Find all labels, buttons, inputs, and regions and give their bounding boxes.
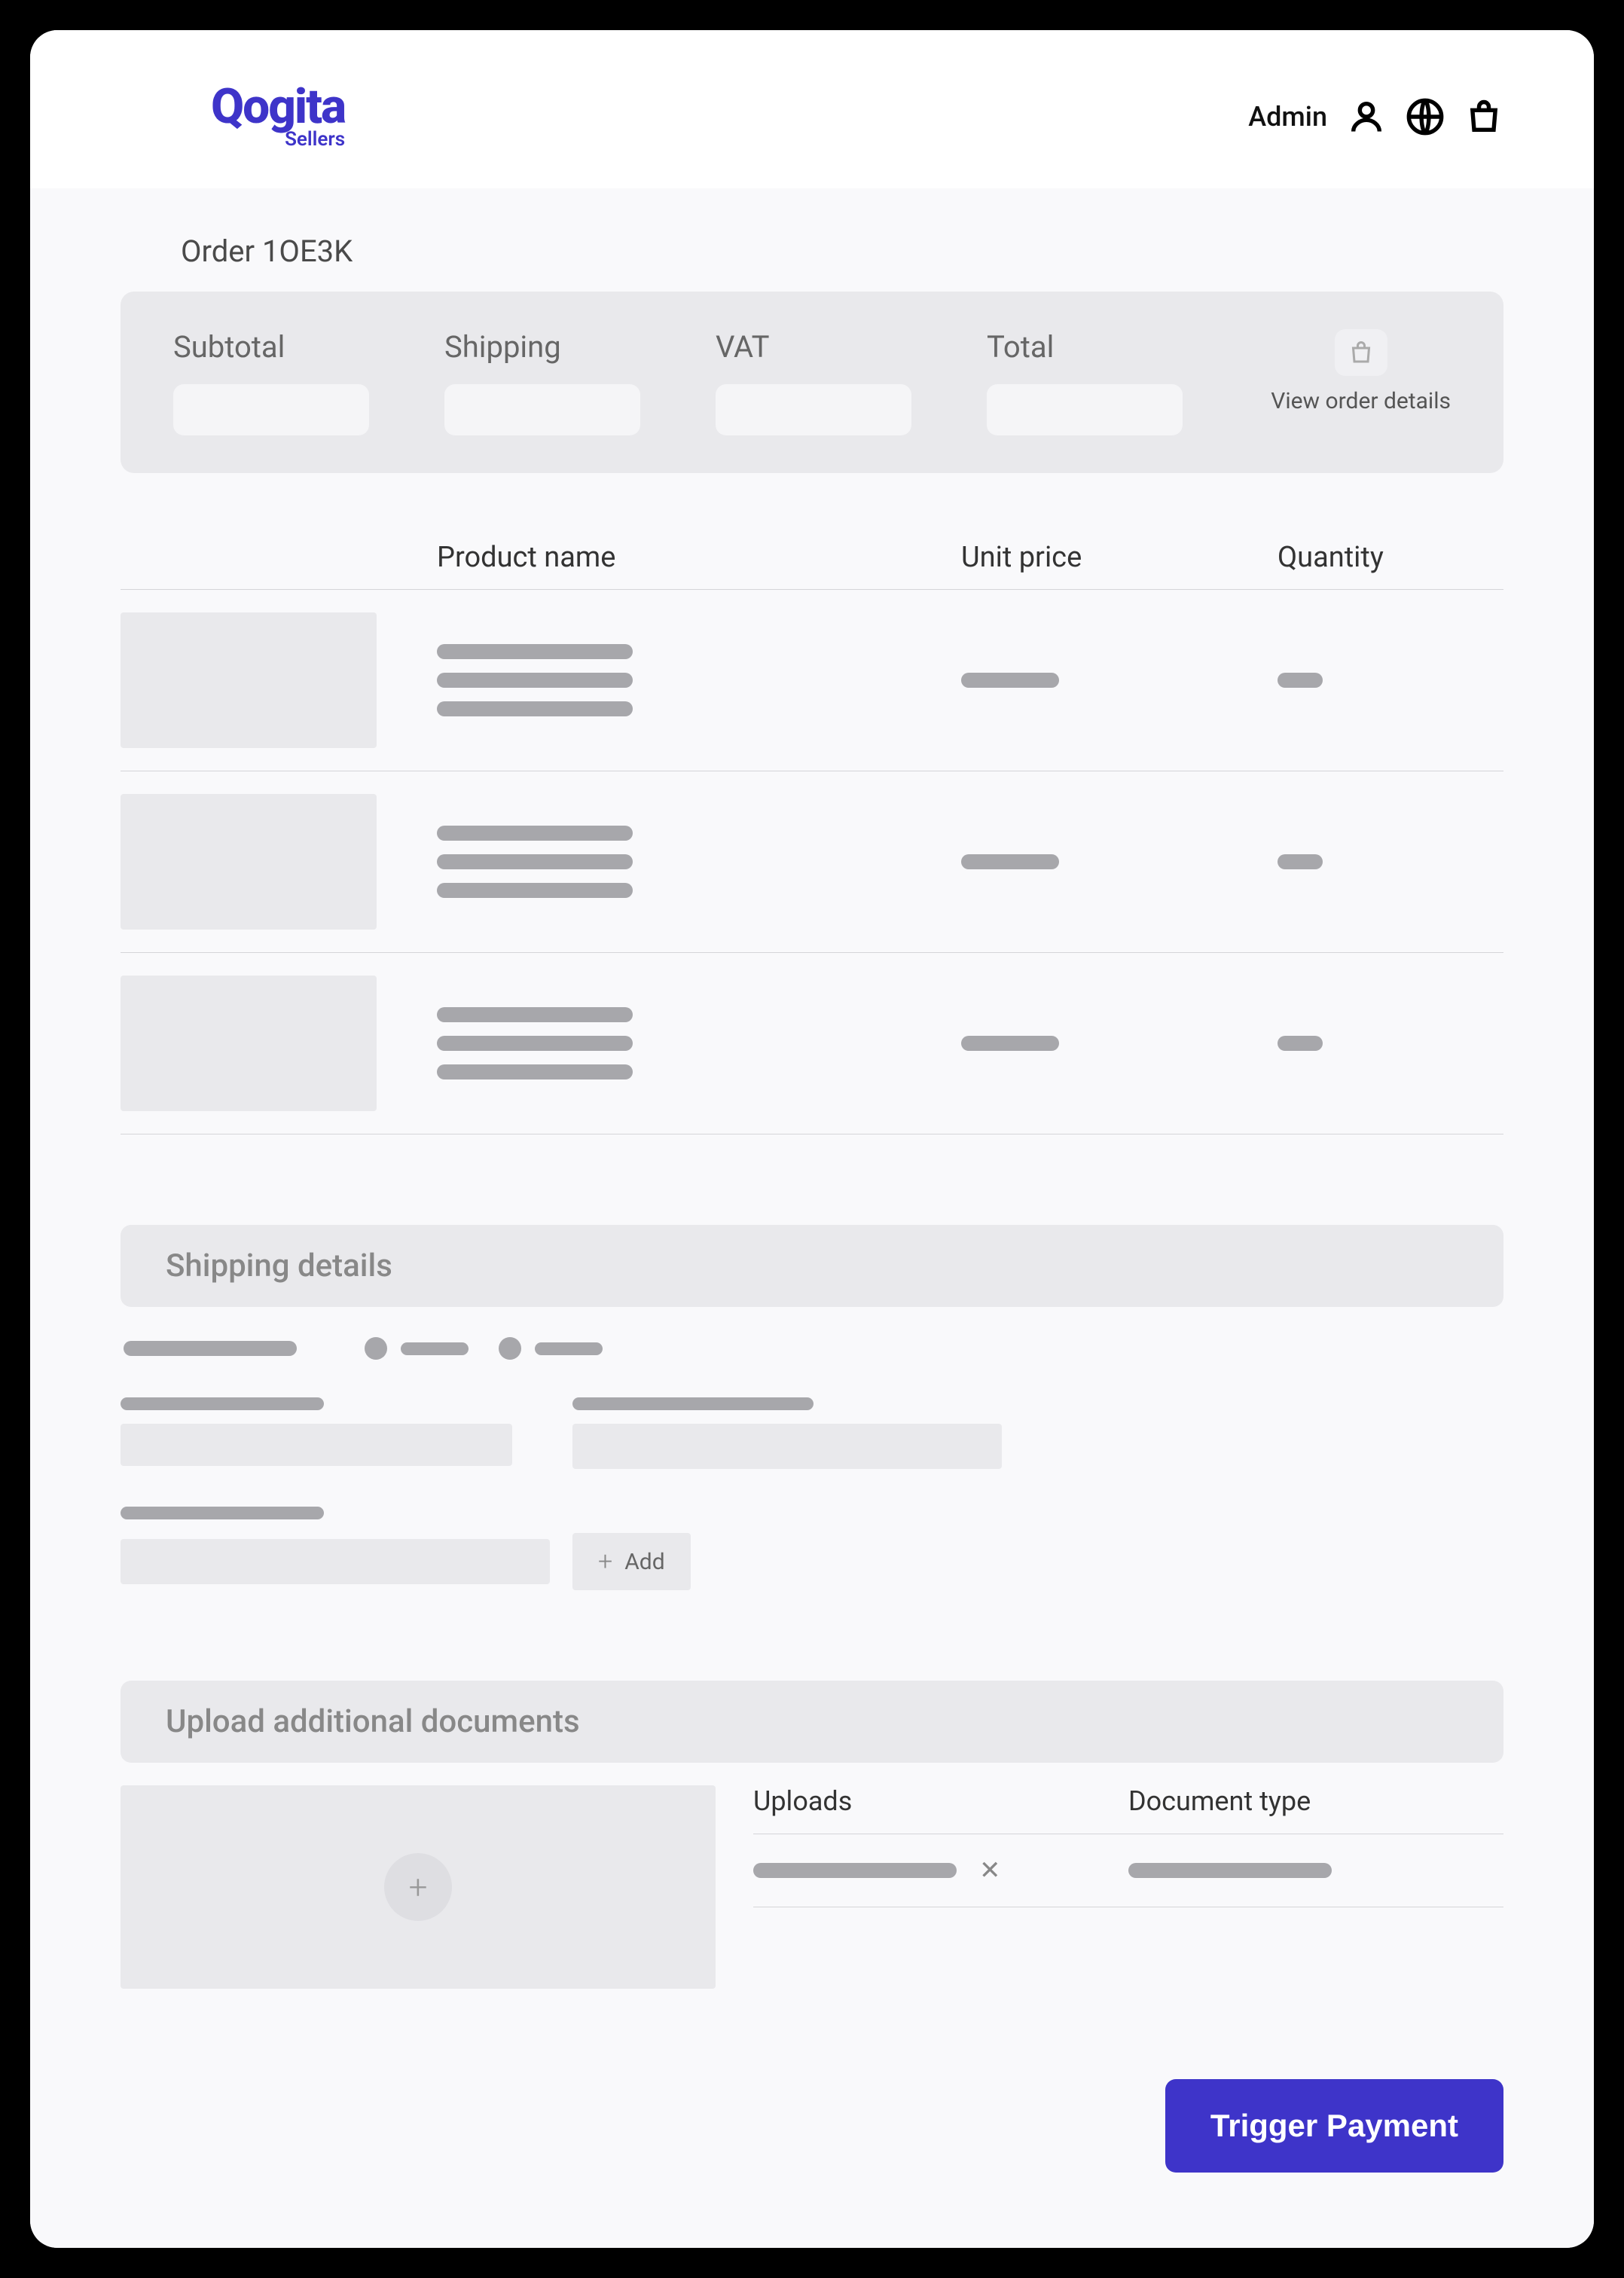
- shipping-fields: [121, 1397, 1503, 1469]
- product-image: [121, 976, 377, 1111]
- quantity-cell: [1278, 1036, 1503, 1051]
- col-product-name: Product name: [437, 541, 931, 574]
- field-label: [121, 1507, 324, 1519]
- upload-filename-cell: ✕: [753, 1855, 1128, 1886]
- radio-icon: [499, 1337, 521, 1360]
- vat-value: [716, 384, 911, 435]
- upload-section-header: Upload additional documents: [121, 1681, 1503, 1763]
- order-title: Order 1OE3K: [121, 234, 1503, 269]
- cart-icon[interactable]: [1464, 97, 1503, 136]
- unit-price-cell: [961, 854, 1247, 869]
- add-button[interactable]: + Add: [572, 1533, 691, 1590]
- footer-actions: Trigger Payment: [121, 2079, 1503, 2173]
- total-label: Total: [987, 329, 1213, 365]
- product-name-cell: [437, 1007, 931, 1079]
- subtotal-value: [173, 384, 369, 435]
- summary-shipping: Shipping: [444, 329, 670, 435]
- logo-main: Qogita: [211, 83, 345, 131]
- content: Order 1OE3K Subtotal Shipping VAT Total: [30, 188, 1594, 2248]
- add-button-label: Add: [624, 1549, 664, 1575]
- header: Qogita Sellers Admin: [30, 30, 1594, 188]
- col-quantity: Quantity: [1278, 541, 1503, 574]
- shipping-row-3: + Add: [121, 1507, 1503, 1590]
- unit-price-cell: [961, 1036, 1247, 1051]
- trigger-payment-button[interactable]: Trigger Payment: [1165, 2079, 1503, 2173]
- product-name-cell: [437, 826, 931, 898]
- shipping-field-2: [572, 1397, 1002, 1469]
- view-order-details-link[interactable]: View order details: [1271, 388, 1451, 414]
- summary-vat: VAT: [716, 329, 942, 435]
- radio-option-2[interactable]: [499, 1337, 603, 1360]
- field-label: [572, 1397, 814, 1410]
- shipping-row-1: [121, 1337, 1503, 1360]
- col-doc-type: Document type: [1128, 1785, 1503, 1817]
- upload-body: + Uploads Document type ✕: [121, 1785, 1503, 1989]
- user-icon[interactable]: [1347, 97, 1386, 136]
- product-row: [121, 771, 1503, 953]
- product-name-cell: [437, 644, 931, 716]
- globe-icon[interactable]: [1406, 97, 1445, 136]
- logo[interactable]: Qogita Sellers: [211, 83, 345, 151]
- shipping-section-header: Shipping details: [121, 1225, 1503, 1307]
- plus-icon: +: [384, 1853, 452, 1921]
- quantity-cell: [1278, 854, 1503, 869]
- product-row: [121, 953, 1503, 1134]
- product-table-header: Product name Unit price Quantity: [121, 473, 1503, 590]
- summary-subtotal: Subtotal: [173, 329, 399, 435]
- upload-dropzone[interactable]: +: [121, 1785, 716, 1989]
- shipping-field-1: [121, 1397, 512, 1469]
- field-input-3[interactable]: [121, 1539, 550, 1584]
- logo-sub: Sellers: [285, 128, 345, 151]
- shipping-value: [444, 384, 640, 435]
- upload-doctype-cell: [1128, 1863, 1503, 1878]
- field-input-1[interactable]: [121, 1424, 512, 1466]
- order-details-icon[interactable]: [1335, 329, 1387, 376]
- radio-icon: [365, 1337, 387, 1360]
- field-input-2[interactable]: [572, 1424, 1002, 1469]
- shipping-body: + Add: [121, 1307, 1503, 1590]
- radio-option-1[interactable]: [365, 1337, 469, 1360]
- field-label: [121, 1397, 324, 1410]
- col-unit-price: Unit price: [961, 541, 1247, 574]
- shipping-label: Shipping: [444, 329, 670, 365]
- upload-row: ✕: [753, 1834, 1503, 1907]
- shipping-label-1: [124, 1341, 297, 1356]
- product-row: [121, 590, 1503, 771]
- summary-actions: View order details: [1271, 329, 1451, 414]
- plus-icon: +: [598, 1547, 612, 1577]
- quantity-cell: [1278, 673, 1503, 688]
- upload-table-header: Uploads Document type: [753, 1785, 1503, 1834]
- summary-total: Total: [987, 329, 1213, 435]
- shipping-radio-group: [365, 1337, 603, 1360]
- order-summary: Subtotal Shipping VAT Total View order d…: [121, 292, 1503, 473]
- header-actions: Admin: [1248, 97, 1503, 136]
- total-value: [987, 384, 1183, 435]
- col-uploads: Uploads: [753, 1785, 1128, 1817]
- upload-table: Uploads Document type ✕: [753, 1785, 1503, 1989]
- product-image: [121, 794, 377, 930]
- unit-price-cell: [961, 673, 1247, 688]
- product-image: [121, 612, 377, 748]
- remove-upload-icon[interactable]: ✕: [979, 1855, 1001, 1886]
- subtotal-label: Subtotal: [173, 329, 399, 365]
- vat-label: VAT: [716, 329, 942, 365]
- app-frame: Qogita Sellers Admin Order 1OE3K Subtota…: [30, 30, 1594, 2248]
- admin-label[interactable]: Admin: [1248, 101, 1327, 133]
